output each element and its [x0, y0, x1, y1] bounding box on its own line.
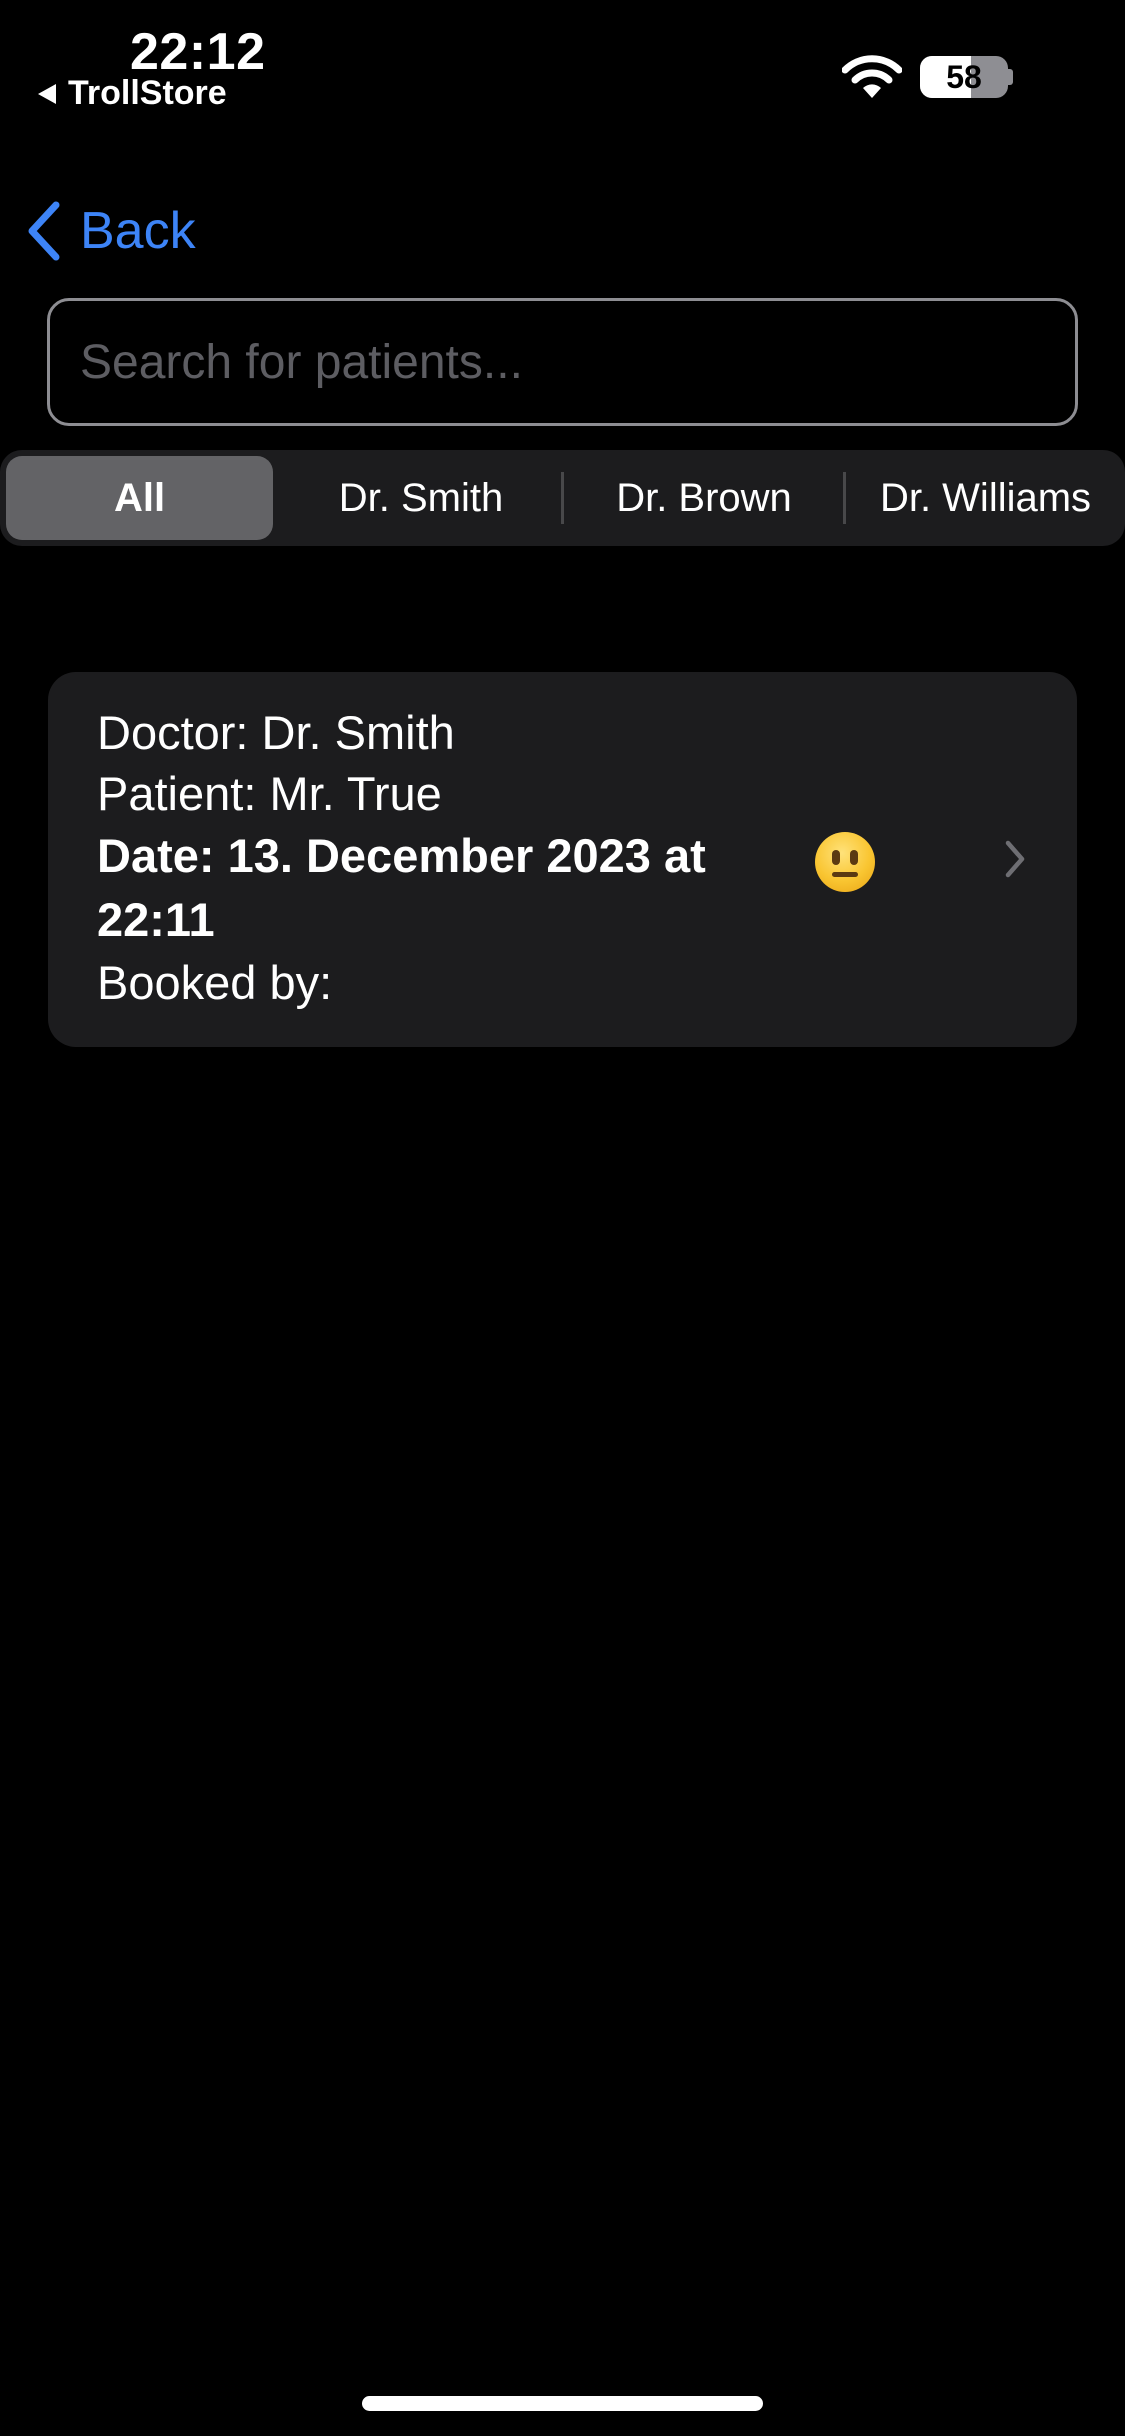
- status-time: 22:12: [130, 23, 266, 81]
- appointment-card[interactable]: Doctor: Dr. Smith Patient: Mr. True Date…: [48, 672, 1077, 1047]
- back-triangle-icon: [38, 83, 56, 104]
- chevron-left-icon: [28, 201, 60, 261]
- chevron-right-icon: [1005, 840, 1025, 878]
- battery-nub: [1008, 69, 1013, 85]
- battery-level: 58: [946, 58, 982, 95]
- appointment-details: Doctor: Dr. Smith Patient: Mr. True Date…: [97, 702, 857, 1013]
- return-app-label: TrollStore: [68, 74, 227, 112]
- doctor-filter-segmented-control: All Dr. Smith Dr. Brown Dr. Williams: [0, 450, 1125, 546]
- home-indicator[interactable]: [362, 2396, 763, 2411]
- search-input[interactable]: [50, 301, 1075, 423]
- emoji-mouth: [832, 872, 858, 877]
- doctor-line: Doctor: Dr. Smith: [97, 706, 455, 759]
- search-field-container: [47, 298, 1078, 426]
- neutral-face-emoji-icon: [815, 832, 875, 892]
- patient-line: Patient: Mr. True: [97, 767, 442, 820]
- filter-dr-williams[interactable]: Dr. Williams: [846, 456, 1125, 540]
- appointments-screen: 22:12 TrollStore 58 Back All Dr. Smith D…: [0, 0, 1125, 2436]
- wifi-icon: [842, 55, 902, 98]
- battery-icon: 58: [920, 56, 1008, 98]
- emoji-eye-left: [832, 850, 840, 865]
- back-label: Back: [80, 202, 196, 260]
- filter-dr-smith[interactable]: Dr. Smith: [280, 456, 562, 540]
- time-line: 22:11: [97, 893, 215, 946]
- filter-dr-brown[interactable]: Dr. Brown: [564, 456, 844, 540]
- return-to-app-button[interactable]: TrollStore: [38, 74, 227, 113]
- back-button[interactable]: Back: [24, 200, 196, 262]
- emoji-eye-right: [850, 850, 858, 865]
- date-line: Date: 13. December 2023 at: [97, 829, 706, 882]
- filter-all[interactable]: All: [6, 456, 273, 540]
- booked-by-line: Booked by:: [97, 956, 333, 1009]
